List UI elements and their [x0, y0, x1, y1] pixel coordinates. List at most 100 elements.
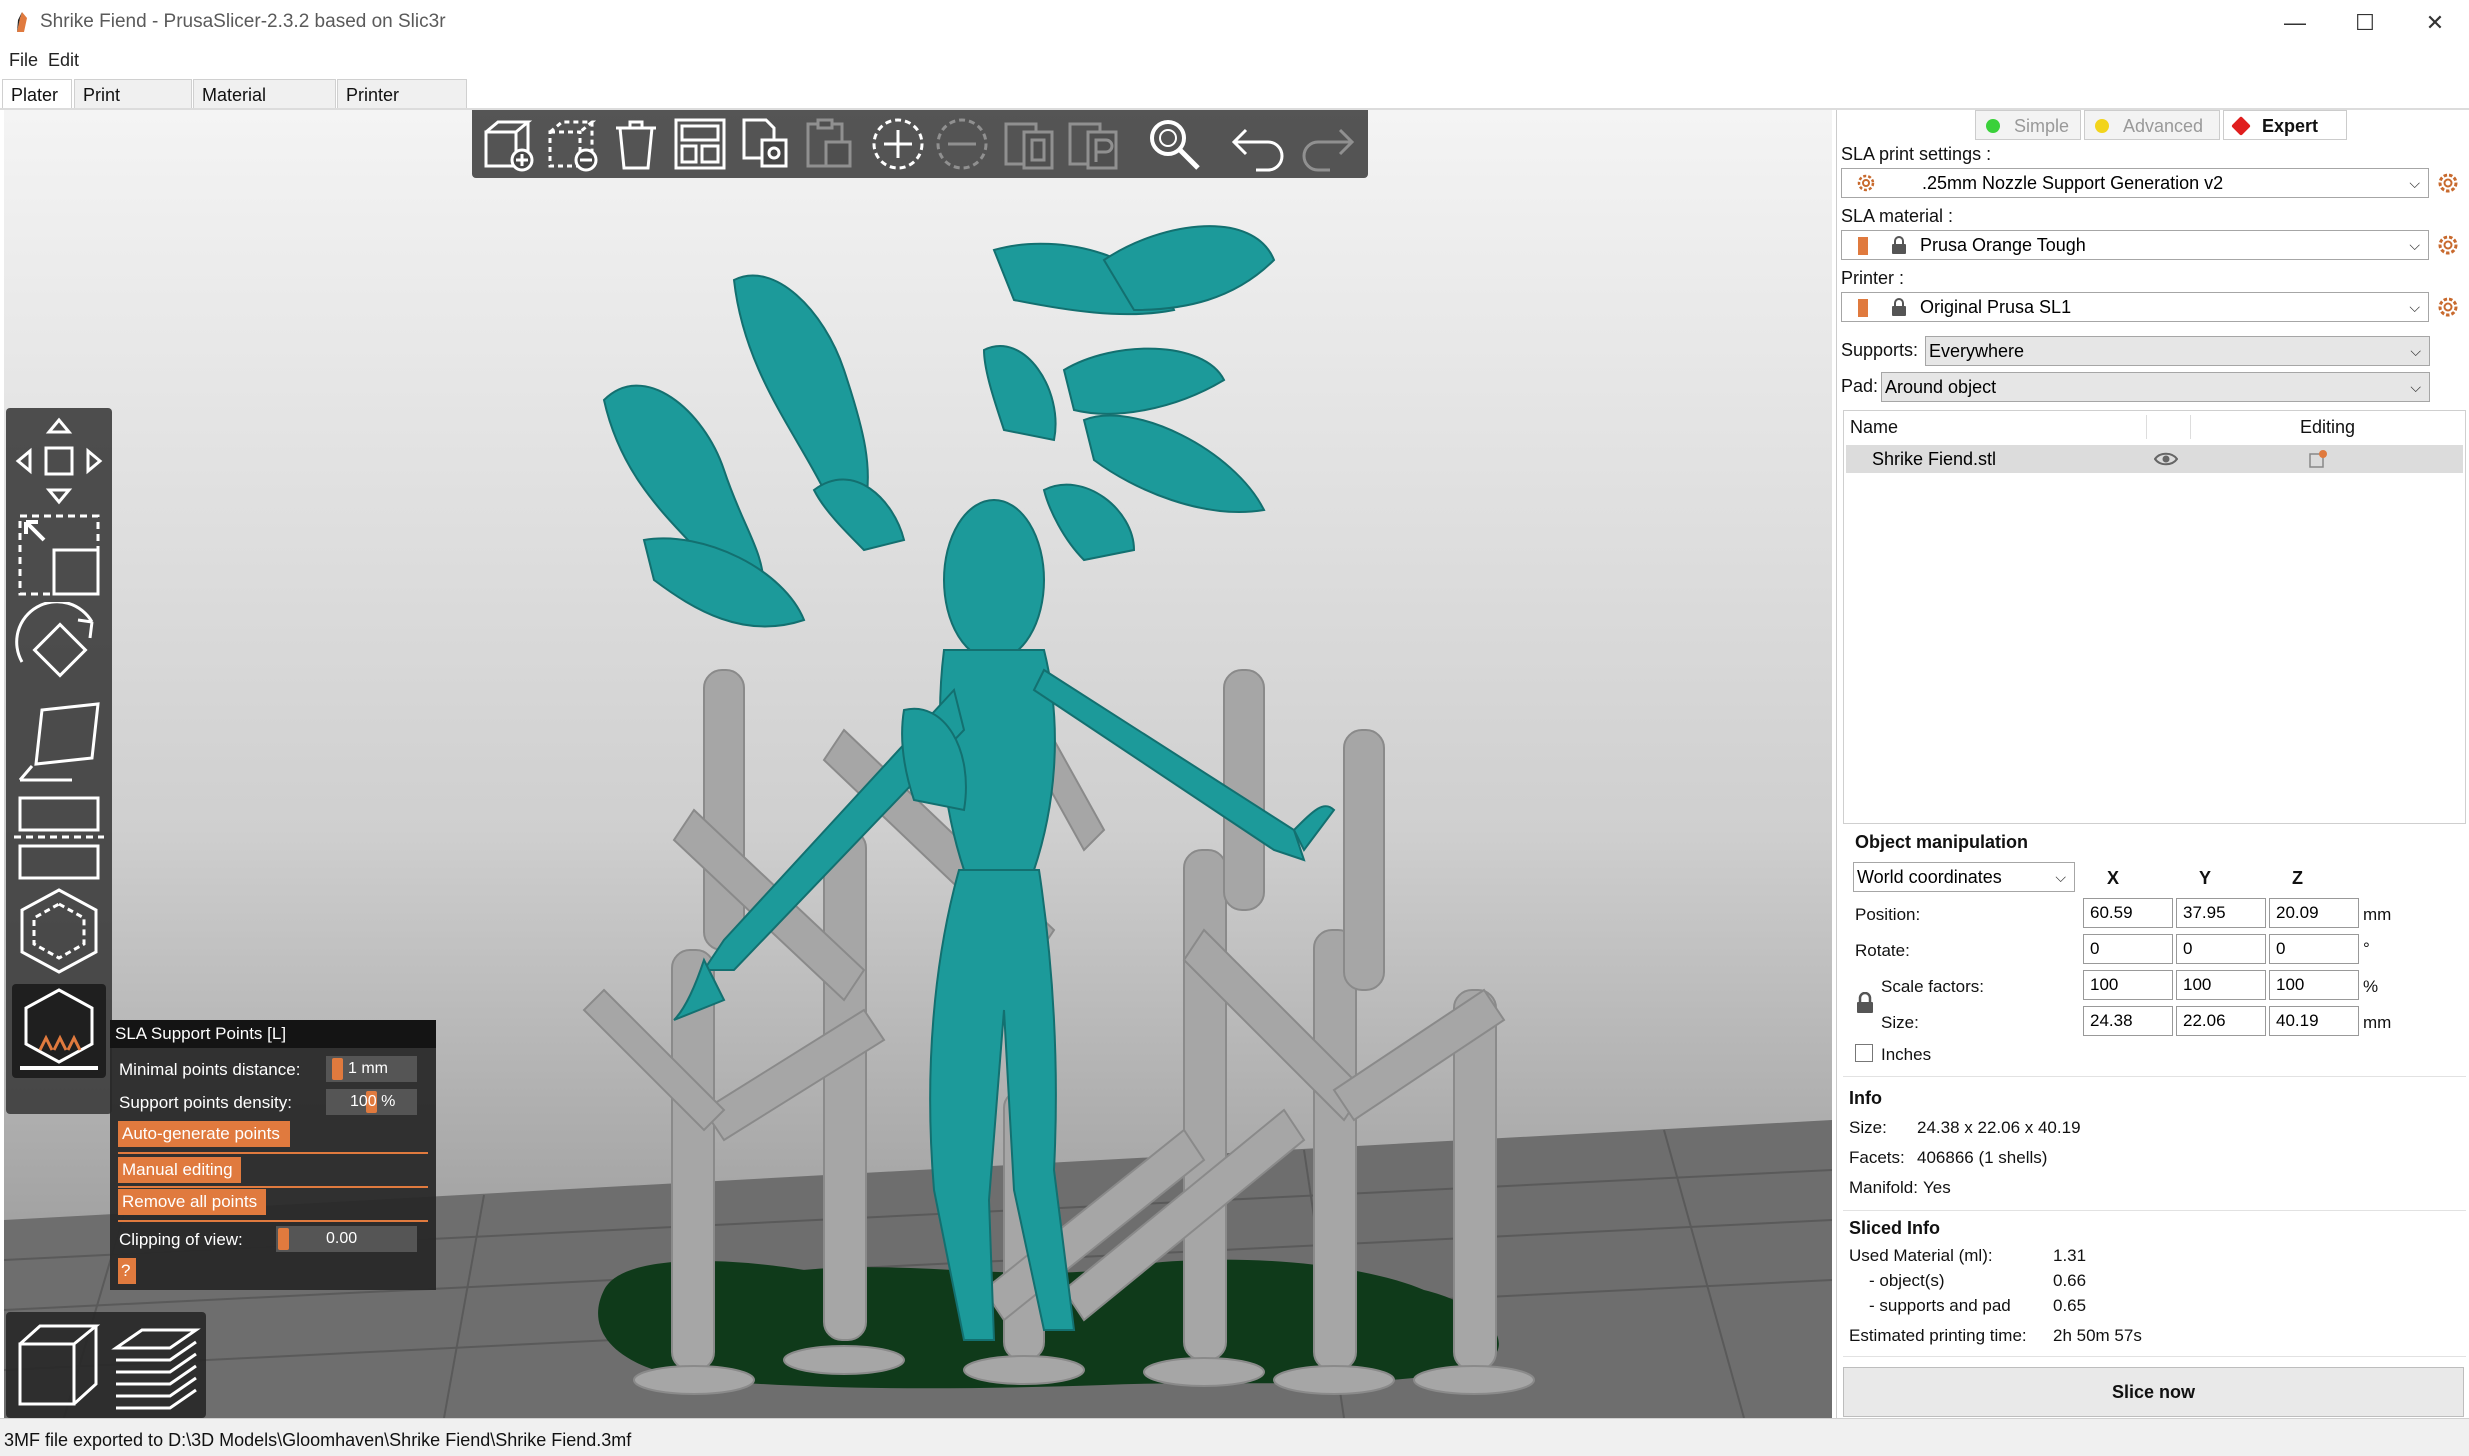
sla-support-points-button[interactable] [12, 984, 106, 1078]
min-distance-slider-thumb[interactable] [332, 1058, 343, 1080]
auto-generate-points-button[interactable]: Auto-generate points [118, 1121, 290, 1147]
size-label: Size: [1881, 1013, 1919, 1032]
info-title: Info [1849, 1088, 1882, 1108]
edit-settings-icon[interactable] [2308, 449, 2328, 469]
printer-color-swatch [1858, 299, 1868, 317]
status-text: 3MF file exported to D:\3D Models\Gloomh… [4, 1430, 632, 1450]
mode-simple-button[interactable]: Simple [1975, 110, 2081, 140]
sla-print-settings-gear-icon[interactable] [2437, 172, 2459, 194]
rotate-y-field[interactable]: 0 [2176, 934, 2266, 964]
info-size-value: 24.38 x 22.06 x 40.19 [1917, 1118, 2081, 1137]
size-z-field[interactable]: 40.19 [2269, 1006, 2359, 1036]
lock-icon[interactable] [1855, 992, 1875, 1014]
info-manifold-label: Manifold: [1849, 1178, 1918, 1197]
object-list-editing-header[interactable]: Editing [2300, 417, 2355, 438]
chevron-down-icon: ⌵ [2410, 343, 2421, 359]
clipping-slider[interactable]: 0.00 [276, 1226, 417, 1252]
delete-all-icon[interactable] [606, 114, 666, 174]
paste-icon[interactable] [798, 114, 858, 174]
add-instance-icon[interactable] [868, 114, 928, 174]
remove-all-points-button[interactable]: Remove all points [118, 1189, 266, 1215]
close-button[interactable]: ✕ [2400, 6, 2469, 40]
position-y-field[interactable]: 37.95 [2176, 898, 2266, 928]
sla-material-combo[interactable]: Prusa Orange Tough ⌵ [1841, 230, 2429, 260]
tab-material-settings[interactable]: Material Settings [193, 79, 336, 135]
axis-z-label: Z [2292, 868, 2303, 888]
split-objects-icon[interactable] [1000, 114, 1060, 174]
sla-separator [118, 1152, 428, 1154]
supports-value: Everywhere [1929, 341, 2025, 361]
cut-icon[interactable] [12, 790, 106, 884]
size-y-field[interactable]: 22.06 [2176, 1006, 2266, 1036]
3d-view-icon[interactable] [12, 1318, 104, 1412]
position-z-field[interactable]: 20.09 [2269, 898, 2359, 928]
tab-print-settings[interactable]: Print Settings [74, 79, 192, 135]
scale-y-field[interactable]: 100 [2176, 970, 2266, 1000]
menu-edit[interactable]: Edit [48, 50, 79, 71]
position-x-field[interactable]: 60.59 [2083, 898, 2173, 928]
density-value: 100 % [350, 1093, 396, 1110]
redo-icon[interactable] [1298, 114, 1358, 174]
table-row[interactable]: Shrike Fiend.stl [1846, 445, 2463, 473]
undo-icon[interactable] [1228, 114, 1288, 174]
sla-material-gear-icon[interactable] [2437, 234, 2459, 256]
add-icon[interactable] [478, 114, 538, 174]
rotate-z-field[interactable]: 0 [2269, 934, 2359, 964]
manual-editing-button[interactable]: Manual editing [118, 1157, 241, 1183]
mode-expert-button[interactable]: Expert [2223, 110, 2347, 140]
printer-gear-icon[interactable] [2437, 296, 2459, 318]
simple-mode-dot-icon [1986, 119, 2000, 133]
window-title: Shrike Fiend - PrusaSlicer-2.3.2 based o… [40, 11, 446, 32]
object-list[interactable]: Name Editing Shrike Fiend.stl [1843, 410, 2466, 824]
material-color-swatch [1858, 237, 1868, 255]
pad-combo[interactable]: Around object ⌵ [1881, 372, 2430, 402]
rotate-x-field[interactable]: 0 [2083, 934, 2173, 964]
remove-instance-icon[interactable] [932, 114, 992, 174]
mode-advanced-button[interactable]: Advanced [2084, 110, 2220, 140]
tab-plater[interactable]: Plater [2, 79, 72, 109]
objects-material-value: 0.66 [2053, 1271, 2087, 1290]
arrange-icon[interactable] [670, 114, 730, 174]
preview-layers-icon[interactable] [110, 1318, 202, 1412]
split-parts-icon[interactable] [1064, 114, 1124, 174]
rotate-icon[interactable] [12, 602, 106, 696]
position-label: Position: [1855, 905, 1921, 924]
info-manifold-value: Yes [1923, 1178, 1951, 1197]
size-x-field[interactable]: 24.38 [2083, 1006, 2173, 1036]
copy-icon[interactable] [734, 114, 794, 174]
gizmo-toolbar [6, 408, 112, 1114]
printer-combo[interactable]: Original Prusa SL1 ⌵ [1841, 292, 2429, 322]
supports-label: Supports: [1841, 340, 1919, 360]
sla-print-settings-combo[interactable]: .25mm Nozzle Support Generation v2 ⌵ [1841, 168, 2429, 198]
density-slider[interactable]: 100 % [326, 1089, 417, 1115]
inches-checkbox[interactable] [1855, 1044, 1873, 1062]
min-distance-slider[interactable]: 1 mm [326, 1056, 417, 1082]
eye-icon[interactable] [2154, 451, 2178, 467]
maximize-button[interactable]: ☐ [2330, 6, 2400, 40]
place-on-face-icon[interactable] [12, 696, 106, 790]
tab-printer-settings[interactable]: Printer Settings [337, 79, 467, 135]
info-facets-value: 406866 (1 shells) [1917, 1148, 2048, 1167]
move-icon[interactable] [12, 414, 106, 508]
tab-bar: Plater Print Settings Material Settings … [0, 76, 2469, 135]
slice-now-button[interactable]: Slice now [1843, 1367, 2464, 1417]
prusaslicer-logo-icon [17, 12, 27, 32]
menu-file[interactable]: File [9, 50, 38, 71]
object-list-name-header[interactable]: Name [1850, 417, 1898, 438]
used-material-value: 1.31 [2053, 1246, 2087, 1265]
hollow-icon[interactable] [12, 884, 106, 978]
help-button[interactable]: ? [118, 1258, 136, 1284]
pad-label: Pad: [1841, 376, 1879, 396]
scale-z-field[interactable]: 100 [2269, 970, 2359, 1000]
coordinates-combo[interactable]: World coordinates ⌵ [1853, 862, 2075, 892]
pad-value: Around object [1885, 377, 1997, 397]
scale-icon[interactable] [12, 508, 106, 602]
minimize-button[interactable]: — [2260, 6, 2330, 40]
search-icon[interactable] [1144, 114, 1204, 174]
delete-icon[interactable] [542, 114, 602, 174]
supports-combo[interactable]: Everywhere ⌵ [1925, 336, 2430, 366]
clipping-slider-thumb[interactable] [278, 1228, 289, 1250]
scale-x-field[interactable]: 100 [2083, 970, 2173, 1000]
sla-print-settings-label: SLA print settings : [1841, 144, 1992, 164]
status-bar: 3MF file exported to D:\3D Models\Gloomh… [0, 1418, 2469, 1456]
